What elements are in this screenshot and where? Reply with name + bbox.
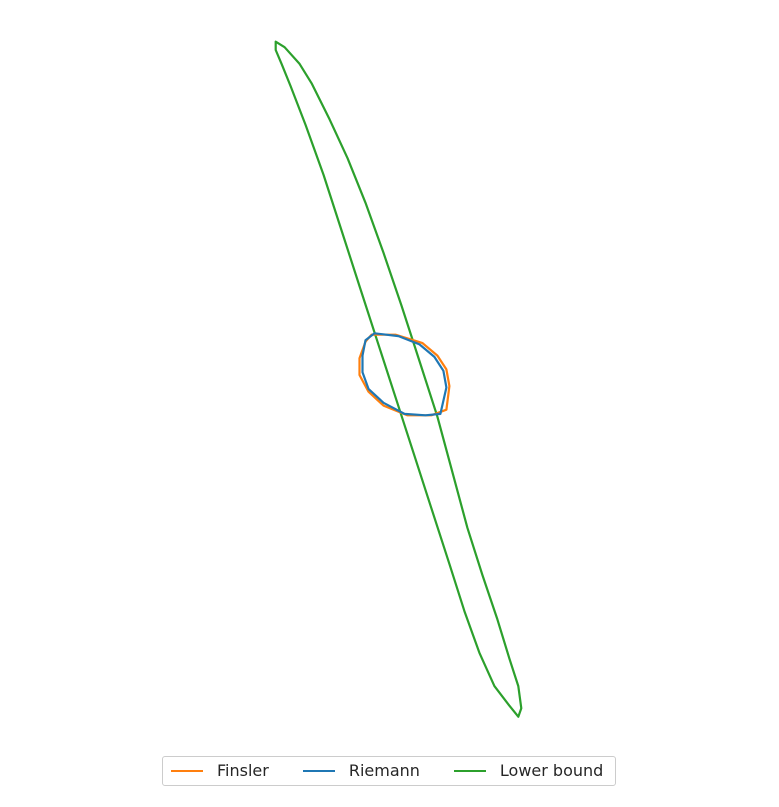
legend-swatch-finsler — [171, 770, 203, 772]
legend-swatch-lower-bound — [453, 770, 486, 772]
legend-label-lower-bound: Lower bound — [499, 761, 604, 780]
chart-legend: Finsler Riemann Lower bound — [162, 756, 616, 786]
legend-item-riemann: Riemann — [302, 761, 420, 780]
legend-item-lower-bound: Lower bound — [453, 761, 604, 780]
legend-label-riemann: Riemann — [348, 761, 420, 780]
legend-swatch-riemann — [302, 770, 335, 772]
legend-item-finsler: Finsler — [171, 763, 269, 779]
legend-label-finsler: Finsler — [217, 761, 269, 780]
series-line-lower-bound — [274, 40, 523, 718]
series-line-finsler — [358, 333, 451, 417]
chart-plot-area — [274, 40, 523, 718]
